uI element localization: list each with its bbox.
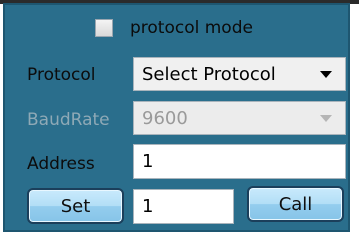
- protocol-mode-label: protocol mode: [130, 18, 253, 38]
- set-value-input[interactable]: 1: [133, 189, 234, 224]
- protocol-mode-checkbox[interactable]: [95, 19, 113, 37]
- protocol-settings-panel: protocol mode Protocol Select Protocol B…: [3, 3, 350, 232]
- set-button[interactable]: Set: [27, 188, 124, 224]
- protocol-select[interactable]: Select Protocol: [133, 57, 346, 91]
- address-input[interactable]: 1: [133, 144, 346, 179]
- baudrate-select-value: 9600: [142, 107, 188, 129]
- baudrate-label: BaudRate: [27, 110, 110, 130]
- call-button[interactable]: Call: [247, 186, 344, 222]
- chevron-down-icon[interactable]: [320, 70, 332, 78]
- baudrate-select: 9600: [133, 101, 346, 135]
- chevron-down-icon: [320, 114, 332, 122]
- address-label: Address: [27, 154, 95, 174]
- protocol-mode-row[interactable]: protocol mode: [95, 18, 253, 38]
- protocol-label: Protocol: [27, 65, 96, 85]
- protocol-select-value: Select Protocol: [142, 63, 276, 85]
